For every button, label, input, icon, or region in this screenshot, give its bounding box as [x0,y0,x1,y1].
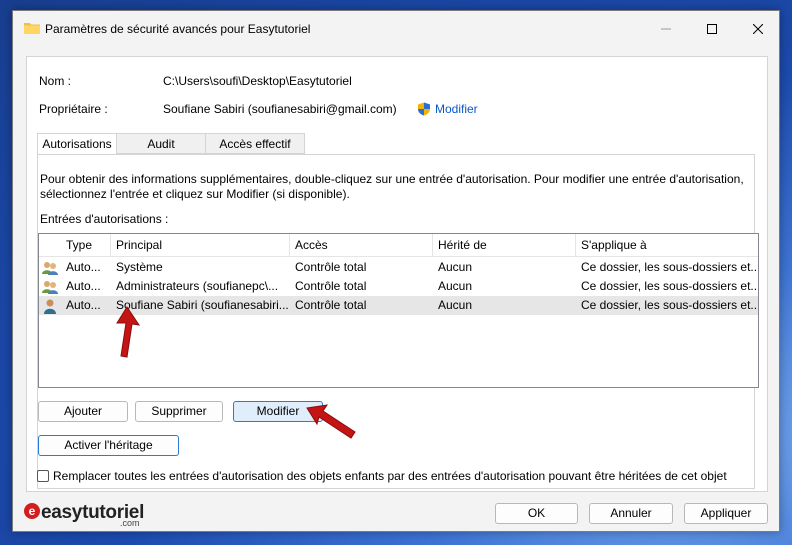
permission-entries-list[interactable]: Type Principal Accès Hérité de S'appliqu… [38,233,759,388]
cell-herite: Aucun [438,298,473,312]
nom-value: C:\Users\soufi\Desktop\Easytutoriel [163,74,352,88]
cancel-button[interactable]: Annuler [589,503,673,524]
logo-suffix: .com [120,518,140,528]
table-row[interactable]: Auto... Soufiane Sabiri (soufianesabiri.… [39,296,758,315]
maximize-icon [707,24,717,34]
replace-child-checkbox[interactable] [37,470,49,482]
cell-acces: Contrôle total [295,298,367,312]
tab-audit[interactable]: Audit [116,133,206,154]
replace-child-permissions[interactable]: Remplacer toutes les entrées d'autorisat… [37,469,727,483]
svg-text:e: e [29,504,36,518]
cell-herite: Aucun [438,260,473,274]
cell-acces: Contrôle total [295,260,367,274]
remove-button[interactable]: Supprimer [135,401,223,422]
logo-mark-icon: e [24,503,40,519]
group-users-icon [42,262,58,275]
window-title: Paramètres de sécurité avancés pour Easy… [45,22,311,36]
column-header-acces[interactable]: Accès [290,234,433,256]
column-header-applique[interactable]: S'applique à [576,234,758,256]
enable-inheritance-button[interactable]: Activer l'héritage [38,435,179,456]
group-users-icon [42,281,58,294]
nom-label: Nom : [39,74,72,88]
proprietaire-label: Propriétaire : [39,102,108,116]
close-button[interactable] [735,11,781,47]
dialog-content: Nom : C:\Users\soufi\Desktop\Easytutorie… [26,56,768,492]
apply-button[interactable]: Appliquer [684,503,768,524]
cell-type: Auto... [66,298,101,312]
cell-herite: Aucun [438,279,473,293]
cell-principal: Administrateurs (soufianepc\... [116,279,279,293]
column-header-principal[interactable]: Principal [111,234,290,256]
column-header-type[interactable]: Type [61,234,111,256]
cell-applique: Ce dossier, les sous-dossiers et... [581,279,758,293]
replace-child-label[interactable]: Remplacer toutes les entrées d'autorisat… [53,469,727,483]
minimize-button[interactable] [643,11,689,47]
table-row[interactable]: Auto... Système Contrôle total Aucun Ce … [39,258,758,277]
list-header: Type Principal Accès Hérité de S'appliqu… [39,234,758,257]
table-row[interactable]: Auto... Administrateurs (soufianepc\... … [39,277,758,296]
maximize-button[interactable] [689,11,735,47]
info-text: Pour obtenir des informations supplément… [40,172,752,202]
easytutoriel-logo: e easytutoriel .com [23,502,144,528]
uac-shield-icon [418,102,430,116]
modifier-link-label[interactable]: Modifier [435,102,478,116]
info-line-1: Pour obtenir des informations supplément… [40,172,744,186]
change-owner-link[interactable]: Modifier [417,102,478,116]
title-bar[interactable]: Paramètres de sécurité avancés pour Easy… [13,11,779,47]
minimize-icon [661,28,671,30]
single-user-icon [44,299,56,314]
annotation-arrow-up-icon [116,306,141,358]
annotation-arrow-left-icon [306,404,356,439]
cell-type: Auto... [66,260,101,274]
entries-label: Entrées d'autorisations : [40,212,169,226]
info-line-2: sélectionnez l'entrée et cliquez sur Mod… [40,187,350,201]
proprietaire-value: Soufiane Sabiri (soufianesabiri@gmail.co… [163,102,397,116]
cell-applique: Ce dossier, les sous-dossiers et... [581,260,758,274]
advanced-security-dialog: Paramètres de sécurité avancés pour Easy… [12,10,780,532]
cell-type: Auto... [66,279,101,293]
tab-autorisations[interactable]: Autorisations [37,133,117,155]
cell-principal: Système [116,260,163,274]
ok-button[interactable]: OK [495,503,578,524]
cell-acces: Contrôle total [295,279,367,293]
folder-icon [24,23,40,34]
cell-applique: Ce dossier, les sous-dossiers et... [581,298,758,312]
tab-acces-effectif[interactable]: Accès effectif [205,133,305,154]
add-button[interactable]: Ajouter [38,401,128,422]
column-header-herite[interactable]: Hérité de [433,234,576,256]
close-icon [753,24,763,34]
